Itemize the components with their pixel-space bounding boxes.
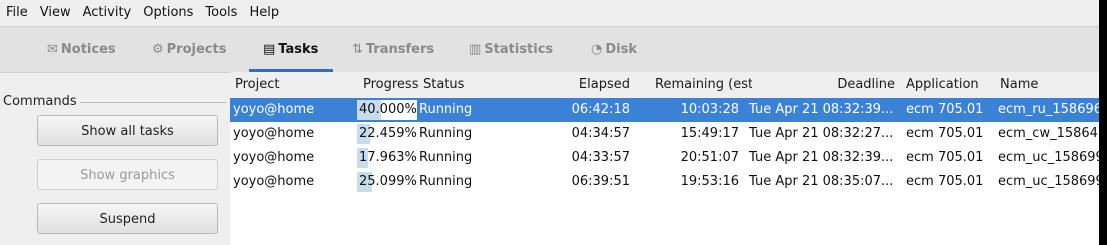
menu-file[interactable]: File [0, 0, 34, 26]
table-row[interactable]: yoyo@home 04:34:57 15:49:17 Tue Apr 21 08:3… [230, 122, 1099, 146]
cell-deadline: Tue Apr 21 08:32:39... [749, 102, 894, 117]
tab-label: Disk [605, 42, 637, 57]
cell-name: ecm_uc_158699 [998, 174, 1099, 189]
cell-status: Running [419, 150, 473, 165]
cell-elapsed: 06:42:18 [571, 102, 630, 117]
cell-name: ecm_cw_15864 [998, 126, 1098, 141]
cell-project: yoyo@home [233, 174, 315, 189]
table-row[interactable]: yoyo@home 04:33:57 20:51:07 Tue Apr 21 08:3… [230, 146, 1099, 170]
show-all-tasks-button[interactable]: Show all tasks [37, 115, 218, 146]
cell-status: Running [419, 126, 473, 141]
progress-bar: 40.000% [357, 100, 417, 120]
progress-bar: 17.963% [357, 148, 417, 168]
cell-project: yoyo@home [233, 126, 315, 141]
tab-label: Notices [60, 42, 116, 57]
cell-name: ecm_uc_158699 [998, 150, 1099, 165]
tab-projects[interactable]: ⚙ Projects [152, 27, 226, 72]
column-header-remaining[interactable]: Remaining (est [655, 72, 752, 98]
cell-remaining: 19:53:16 [680, 174, 739, 189]
cell-elapsed: 06:39:51 [571, 174, 630, 189]
tab-label: Transfers [365, 42, 435, 57]
commands-panel: Commands Show all tasks Show graphics Su… [0, 72, 230, 245]
column-header-deadline[interactable]: Deadline [790, 72, 895, 98]
cell-deadline: Tue Apr 21 08:32:27... [749, 126, 894, 141]
show-graphics-button[interactable]: Show graphics [37, 159, 218, 190]
chart-icon: ▥ [469, 42, 482, 57]
cell-elapsed: 04:33:57 [571, 150, 630, 165]
mail-icon: ✉ [47, 42, 58, 57]
column-header-progress[interactable]: Progress [363, 72, 423, 98]
menu-options[interactable]: Options [137, 0, 199, 26]
column-header-application[interactable]: Application [906, 72, 996, 98]
table-row[interactable]: yoyo@home 06:42:18 10:03:28 Tue Apr 21 08:3… [230, 98, 1099, 122]
cell-status: Running [419, 174, 473, 189]
disk-icon: ◔ [591, 42, 603, 57]
table-header: Project Progress Status Elapsed Remainin… [230, 72, 1099, 98]
cell-elapsed: 04:34:57 [571, 126, 630, 141]
progress-text: 40.000% [359, 102, 417, 117]
cell-status: Running [419, 102, 473, 117]
commands-title: Commands [3, 94, 80, 109]
cell-application: ecm 705.01 [906, 126, 984, 141]
suspend-button[interactable]: Suspend [37, 203, 218, 234]
cell-application: ecm 705.01 [906, 102, 984, 117]
cell-project: yoyo@home [233, 150, 315, 165]
progress-text: 22.459% [359, 126, 417, 141]
cell-remaining: 15:49:17 [680, 126, 739, 141]
transfer-icon: ⇅ [352, 42, 363, 57]
cell-remaining: 20:51:07 [680, 150, 739, 165]
tab-label: Projects [166, 42, 227, 57]
app-window: File View Activity Options Tools Help ✉ … [0, 0, 1099, 245]
progress-text: 25.099% [359, 174, 417, 189]
column-header-elapsed[interactable]: Elapsed [570, 72, 630, 98]
progress-text: 17.963% [359, 150, 417, 165]
group-box-border [80, 102, 226, 103]
tab-bar: ✉ Notices ⚙ Projects ▤ Tasks ⇅ Transfers… [0, 26, 1099, 73]
cell-application: ecm 705.01 [906, 174, 984, 189]
cell-deadline: Tue Apr 21 08:35:07... [749, 174, 894, 189]
cell-project: yoyo@home [233, 102, 315, 117]
menu-help[interactable]: Help [243, 0, 285, 26]
column-header-name[interactable]: Name [1000, 72, 1099, 98]
menu-tools[interactable]: Tools [199, 0, 243, 26]
cell-remaining: 10:03:28 [680, 102, 739, 117]
gear-icon: ⚙ [152, 42, 164, 57]
tab-tasks[interactable]: ▤ Tasks [263, 27, 318, 72]
cell-application: ecm 705.01 [906, 150, 984, 165]
table-row[interactable]: yoyo@home 06:39:51 19:53:16 Tue Apr 21 08:3… [230, 170, 1099, 194]
menu-activity[interactable]: Activity [77, 0, 138, 26]
tab-disk[interactable]: ◔ Disk [591, 27, 637, 72]
progress-bar: 22.459% [357, 124, 417, 144]
tab-notices[interactable]: ✉ Notices [47, 27, 116, 72]
tab-label: Statistics [484, 42, 554, 57]
progress-bar: 25.099% [357, 172, 417, 192]
tab-statistics[interactable]: ▥ Statistics [469, 27, 553, 72]
cell-name: ecm_ru_158696 [998, 102, 1099, 117]
column-header-project[interactable]: Project [235, 72, 355, 98]
cell-deadline: Tue Apr 21 08:32:39... [749, 150, 894, 165]
document-icon: ▤ [263, 42, 276, 57]
tab-transfers[interactable]: ⇅ Transfers [352, 27, 434, 72]
menu-view[interactable]: View [34, 0, 77, 26]
menu-bar: File View Activity Options Tools Help [0, 0, 1099, 26]
tasks-table: Project Progress Status Elapsed Remainin… [230, 72, 1099, 245]
tab-label: Tasks [278, 42, 319, 57]
column-header-status[interactable]: Status [423, 72, 523, 98]
